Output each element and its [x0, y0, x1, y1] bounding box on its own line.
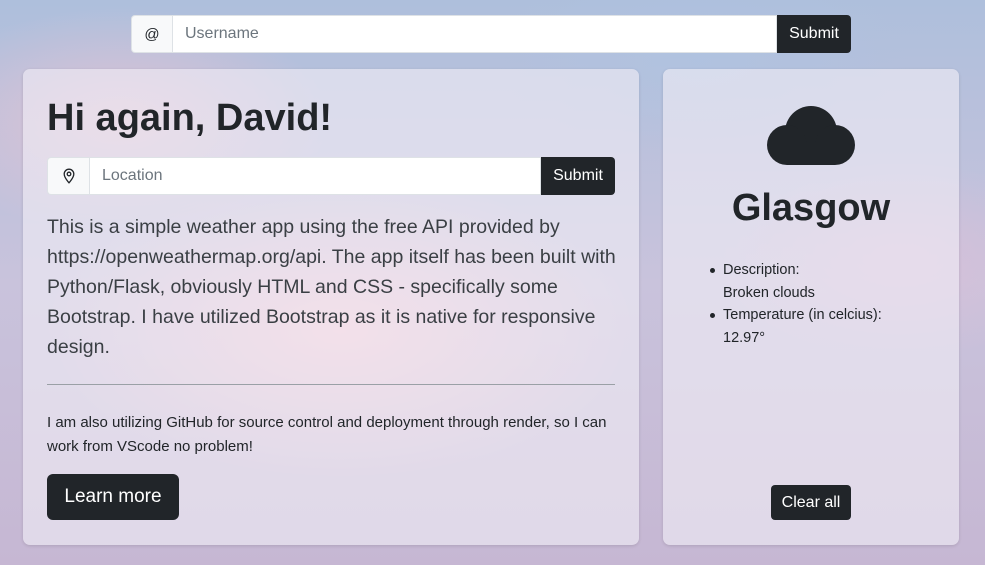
deployment-note: I am also utilizing GitHub for source co…	[47, 414, 607, 455]
weather-details-list: Description: Broken clouds Temperature (…	[710, 259, 923, 349]
main-card: Hi again, David! Submit This is a simple…	[23, 69, 639, 545]
location-form: Submit	[47, 157, 615, 195]
temperature-label: Temperature (in celcius):	[723, 307, 882, 323]
greeting-heading: Hi again, David!	[47, 97, 333, 139]
description-label: Description:	[723, 262, 800, 278]
description-item: Description: Broken clouds	[710, 259, 923, 304]
location-submit-button[interactable]: Submit	[541, 157, 615, 195]
cloud-icon	[763, 102, 859, 168]
app-description: This is a simple weather app using the f…	[47, 216, 616, 358]
weather-card: Glasgow Description: Broken clouds Tempe…	[663, 69, 959, 545]
at-sign-addon: @	[131, 15, 172, 53]
description-value: Broken clouds	[723, 284, 815, 301]
divider	[47, 384, 615, 385]
clear-all-button[interactable]: Clear all	[771, 485, 851, 520]
temperature-value: 12.97°	[723, 329, 766, 346]
map-pin-icon	[47, 157, 89, 195]
learn-more-button[interactable]: Learn more	[47, 474, 179, 520]
location-input[interactable]	[89, 157, 541, 195]
city-name: Glasgow	[731, 187, 891, 229]
temperature-item: Temperature (in celcius): 12.97°	[710, 304, 923, 349]
username-submit-button[interactable]: Submit	[777, 15, 851, 53]
username-input[interactable]	[172, 15, 777, 53]
username-form: @ Submit	[131, 15, 851, 53]
